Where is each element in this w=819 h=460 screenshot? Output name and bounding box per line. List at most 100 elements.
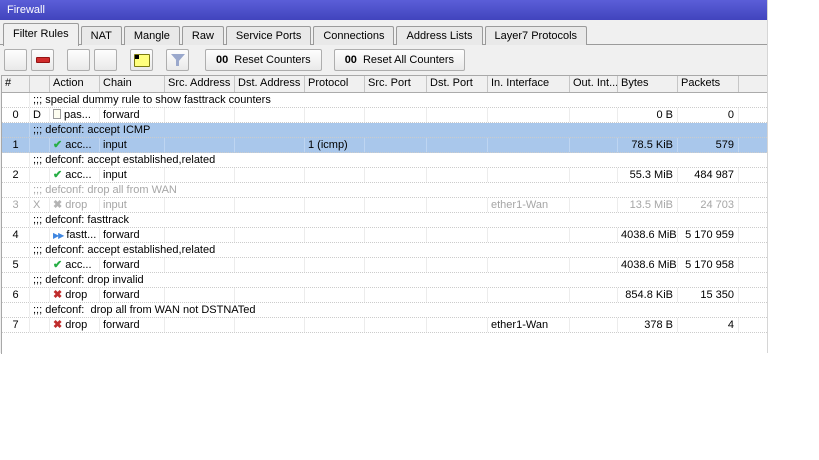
tab-service-ports[interactable]: Service Ports — [225, 26, 312, 45]
action-cell: ✖ drop — [50, 198, 100, 212]
bytes-cell: 0 B — [618, 108, 678, 122]
reset-all-counters-button[interactable]: 00 Reset All Counters — [333, 49, 466, 71]
comment-row[interactable]: ;;; special dummy rule to show fasttrack… — [2, 93, 767, 108]
tab-nat[interactable]: NAT — [80, 26, 122, 45]
dst-port-cell — [427, 288, 488, 302]
tab-raw[interactable]: Raw — [181, 26, 224, 45]
protocol-cell — [305, 108, 365, 122]
dst-address-cell — [235, 228, 305, 242]
tab-address-lists[interactable]: Address Lists — [396, 26, 483, 45]
dst-port-cell — [427, 258, 488, 272]
column-header-src-address[interactable]: Src. Address — [165, 76, 235, 92]
add-button[interactable] — [4, 49, 27, 71]
action-label: drop — [65, 199, 88, 211]
out-interface-cell — [570, 168, 618, 182]
protocol-cell — [305, 288, 365, 302]
packets-cell: 15 350 — [678, 288, 739, 302]
rule-number-cell — [2, 153, 30, 167]
rule-number-cell — [2, 183, 30, 197]
disable-button[interactable] — [94, 49, 117, 71]
column-header-bytes[interactable]: Bytes — [618, 76, 678, 92]
in-interface-cell — [488, 138, 570, 152]
tab-mangle[interactable]: Mangle — [123, 26, 180, 45]
src-address-cell — [165, 168, 235, 182]
comment-row[interactable]: ;;; defconf: accept ICMP — [2, 123, 767, 138]
column-header-packets[interactable]: Packets — [678, 76, 739, 92]
comment-button[interactable] — [130, 49, 153, 71]
src-port-cell — [365, 108, 427, 122]
filler-cell — [739, 198, 765, 212]
table-row[interactable]: 0 Dpas... forward 0 B0 — [2, 108, 767, 123]
comment-row[interactable]: ;;; defconf: drop all from WAN — [2, 183, 767, 198]
column-header-dst-address[interactable]: Dst. Address — [235, 76, 305, 92]
table-row[interactable]: 5 ✔ acc... forward 4038.6 MiB 5 170 958 — [2, 258, 767, 273]
funnel-icon — [170, 53, 186, 67]
src-port-cell — [365, 138, 427, 152]
column-header-blank-13[interactable] — [739, 76, 765, 92]
accept-icon: ✔ — [53, 169, 63, 181]
comment-row[interactable]: ;;; defconf: drop invalid — [2, 273, 767, 288]
table-row[interactable]: 7 ✖ drop forward ether1-Wan 378 B4 — [2, 318, 767, 333]
remove-button[interactable] — [31, 49, 54, 71]
src-address-cell — [165, 258, 235, 272]
enable-button[interactable] — [67, 49, 90, 71]
reset-all-counters-button-prefix: 00 — [344, 54, 357, 66]
reset-counters-button[interactable]: 00 Reset Counters — [205, 49, 322, 71]
src-address-cell — [165, 318, 235, 332]
tab-filter-rules[interactable]: Filter Rules — [3, 23, 79, 46]
comment-text: ;;; defconf: accept established,related — [33, 244, 216, 256]
tab-connections[interactable]: Connections — [313, 26, 395, 45]
rule-number-cell — [2, 303, 30, 317]
src-address-cell — [165, 228, 235, 242]
reset-counters-button-label: Reset Counters — [234, 54, 311, 66]
filter-button[interactable] — [166, 49, 189, 71]
comment-row[interactable]: ;;; defconf: accept established,related — [2, 243, 767, 258]
table-row[interactable]: 4 ▶▶ fastt... forward 4038.6 MiB 5 170 959 — [2, 228, 767, 243]
action-cell: ✖ drop — [50, 288, 100, 302]
filler-cell — [739, 228, 765, 242]
comment-row[interactable]: ;;; defconf: accept established,related — [2, 153, 767, 168]
in-interface-cell — [488, 168, 570, 182]
flag-cell — [30, 168, 50, 182]
comment-row[interactable]: ;;; defconf: fasttrack — [2, 213, 767, 228]
in-interface-cell: ether1-Wan — [488, 318, 570, 332]
column-header-dst-port[interactable]: Dst. Port — [427, 76, 488, 92]
table-row[interactable]: 1 ✔ acc... input 1 (icmp) 78.5 KiB 579 — [2, 138, 767, 153]
action-cell: pas... — [50, 108, 100, 122]
column-header-action[interactable]: Action — [50, 76, 100, 92]
column-header-src-port[interactable]: Src. Port — [365, 76, 427, 92]
src-port-cell — [365, 228, 427, 242]
column-header-in-interface[interactable]: In. Interface — [488, 76, 570, 92]
rule-number-cell: 1 — [2, 138, 30, 152]
out-interface-cell — [570, 288, 618, 302]
rule-number-cell: 3 — [2, 198, 30, 212]
protocol-cell — [305, 318, 365, 332]
table-row[interactable]: 2 ✔ acc... input 55.3 MiB 484 987 — [2, 168, 767, 183]
column-header-[interactable]: # — [2, 76, 30, 92]
column-header-out-int[interactable]: Out. Int... — [570, 76, 618, 92]
column-header-protocol[interactable]: Protocol — [305, 76, 365, 92]
rule-number-cell — [2, 273, 30, 287]
column-header-blank-1[interactable] — [30, 76, 50, 92]
comment-row[interactable]: ;;; defconf: drop all from WAN not DSTNA… — [2, 303, 767, 318]
dst-address-cell — [235, 168, 305, 182]
rule-number-cell: 5 — [2, 258, 30, 272]
dst-address-cell — [235, 198, 305, 212]
dst-address-cell — [235, 258, 305, 272]
window-titlebar: Firewall — [0, 0, 767, 20]
dst-port-cell — [427, 228, 488, 242]
comment-text: ;;; defconf: drop all from WAN not DSTNA… — [33, 304, 256, 316]
drop-icon: ✖ — [53, 199, 63, 211]
action-label: fastt... — [66, 229, 97, 241]
action-label: drop — [65, 289, 88, 301]
passthrough-icon — [53, 109, 61, 119]
packets-cell: 5 170 958 — [678, 258, 739, 272]
action-label: pas... — [64, 109, 91, 121]
column-header-chain[interactable]: Chain — [100, 76, 165, 92]
table-row[interactable]: 6 ✖ drop forward 854.8 KiB 15 350 — [2, 288, 767, 303]
bytes-cell: 4038.6 MiB — [618, 258, 678, 272]
comment-text: ;;; defconf: fasttrack — [33, 214, 129, 226]
tab-layer7-protocols[interactable]: Layer7 Protocols — [484, 26, 588, 45]
table-row[interactable]: 3 X ✖ drop input ether1-Wan 13.5 MiB 24 703 — [2, 198, 767, 213]
action-label: acc... — [65, 169, 92, 181]
